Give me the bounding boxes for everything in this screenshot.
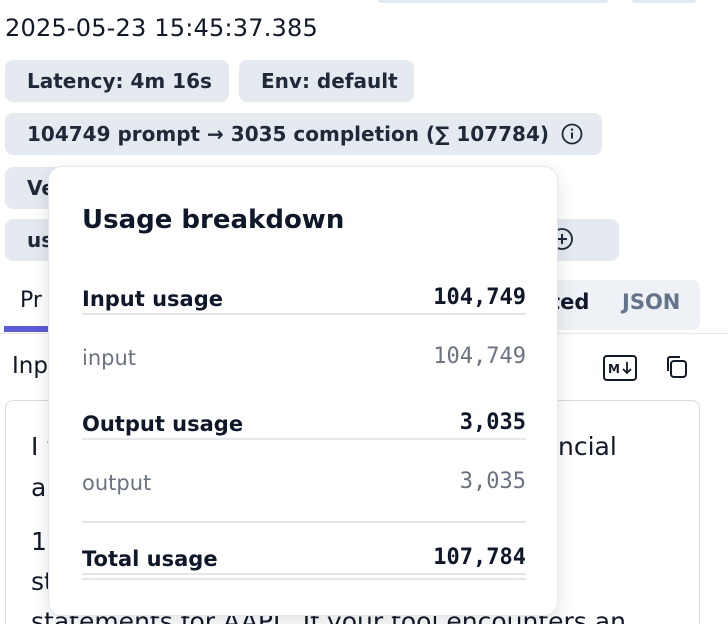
output-usage-label: Output usage [82, 412, 244, 436]
divider [82, 521, 526, 523]
output-usage-value: 3,035 [459, 410, 526, 435]
top-control-fragment [378, 0, 608, 3]
divider [82, 313, 526, 315]
copy-icon[interactable] [664, 354, 690, 385]
divider [82, 578, 526, 580]
tab-preview[interactable]: Pr [20, 288, 42, 313]
output-detail-value: 3,035 [459, 469, 526, 494]
input-detail-row: input 104,749 [82, 334, 526, 384]
token-usage-text: 104749 prompt → 3035 completion (∑ 10778… [27, 122, 550, 146]
latency-text: Latency: 4m 16s [27, 69, 212, 93]
total-usage-label: Total usage [82, 547, 218, 571]
input-usage-row: Input usage 104,749 [82, 275, 526, 325]
info-icon[interactable] [561, 123, 583, 145]
input-section-label: Inp [12, 353, 48, 379]
input-usage-value: 104,749 [433, 285, 526, 310]
latency-badge: Latency: 4m 16s [5, 60, 229, 102]
input-line: ncial [558, 432, 617, 461]
output-usage-row: Output usage 3,035 [82, 400, 526, 450]
input-line: 1 [31, 527, 47, 556]
svg-text:M: M [608, 362, 620, 376]
token-usage-badge[interactable]: 104749 prompt → 3035 completion (∑ 10778… [5, 113, 602, 155]
env-badge: Env: default [239, 60, 414, 102]
env-text: Env: default [261, 69, 398, 93]
total-usage-value: 107,784 [433, 545, 526, 570]
trace-timestamp: 2025-05-23 15:45:37.385 [5, 14, 318, 42]
output-detail-label: output [82, 471, 152, 495]
output-detail-row: output 3,035 [82, 459, 526, 509]
markdown-icon[interactable]: M [603, 355, 637, 386]
popover-title: Usage breakdown [82, 205, 345, 235]
input-usage-label: Input usage [82, 287, 223, 311]
divider [82, 438, 526, 440]
usage-breakdown-popover: Usage breakdown Input usage 104,749 inpu… [48, 166, 558, 616]
divider [82, 573, 526, 575]
input-detail-label: input [82, 346, 137, 370]
input-detail-value: 104,749 [433, 344, 526, 369]
json-toggle[interactable]: JSON [622, 290, 680, 314]
top-control-fragment [632, 0, 696, 3]
